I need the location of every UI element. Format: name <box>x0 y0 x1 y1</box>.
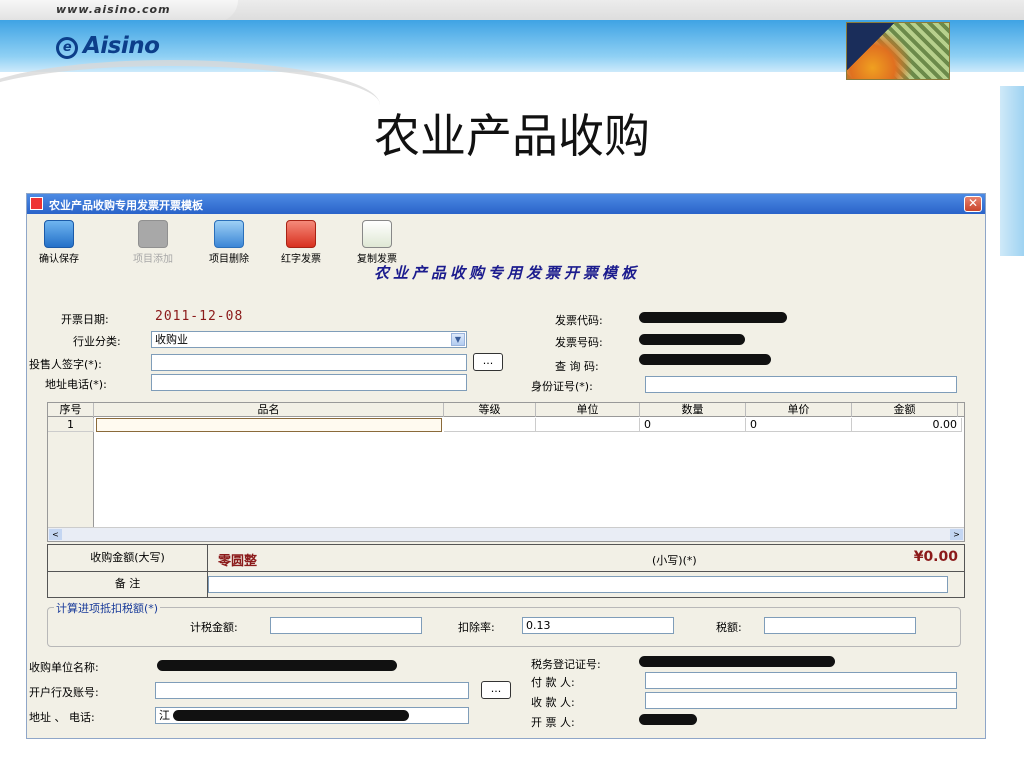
chevron-down-icon[interactable]: ▼ <box>451 333 465 346</box>
addr-phone-redacted <box>173 710 409 721</box>
col-qty: 数量 <box>640 403 746 417</box>
delete-item-icon <box>214 220 244 248</box>
copy-invoice-button[interactable]: 复制发票 <box>347 220 407 265</box>
horizontal-scrollbar[interactable]: < > <box>48 527 964 541</box>
invoice-window: 农业产品收购专用发票开票模板 ✕ 确认保存 项目添加 项目删除 红字发票 复制发… <box>26 193 986 739</box>
window-title: 农业产品收购专用发票开票模板 <box>49 199 203 212</box>
row-grade-cell[interactable] <box>444 418 536 432</box>
slide: www.aisino.com e Aisino 农业产品收购 农业产品收购专用发票… <box>0 0 1024 768</box>
seller-sign-input[interactable] <box>151 354 467 371</box>
logo-mark-icon: e <box>56 37 78 59</box>
website-url: www.aisino.com <box>56 3 171 16</box>
totals-box: 收购金额(大写) 零圆整 (小写)(*) ¥0.00 备 注 <box>47 544 965 598</box>
invoice-no-label: 发票号码: <box>555 336 603 349</box>
date-value: 2011-12-08 <box>155 309 244 324</box>
invoice-code-label: 发票代码: <box>555 314 603 327</box>
row-name-cell[interactable] <box>96 418 442 432</box>
table-header: 序号 品名 等级 单位 数量 单价 金额 <box>48 403 964 417</box>
remark-label: 备 注 <box>48 572 208 597</box>
save-button[interactable]: 确认保存 <box>31 220 87 265</box>
row-seq: 1 <box>48 418 94 432</box>
toolbar: 确认保存 项目添加 项目删除 红字发票 复制发票 <box>27 216 987 265</box>
invoice-code-redacted <box>639 312 787 323</box>
tax-reg-redacted <box>639 656 835 667</box>
invoice-no-redacted <box>639 334 745 345</box>
tax-calc-group: 计算进项抵扣税额(*) 计税金额: 扣除率: 0.13 税额: <box>47 600 961 647</box>
col-amount: 金额 <box>852 403 958 417</box>
addr-phone-prefix: 江 <box>159 709 170 722</box>
add-item-icon <box>138 220 168 248</box>
row-header-column <box>48 417 94 527</box>
delete-item-button[interactable]: 项目删除 <box>199 220 259 265</box>
header-photo <box>846 22 950 80</box>
amount-upper-value: 零圆整 <box>218 554 258 569</box>
buyer-name-label: 收购单位名称: <box>29 661 99 674</box>
payer-input[interactable] <box>645 672 957 689</box>
amount-upper-label: 收购金额(大写) <box>48 545 208 571</box>
items-table: 序号 品名 等级 单位 数量 单价 金额 1 0 0 0.00 < > <box>47 402 965 542</box>
aisino-logo: e Aisino <box>56 33 160 59</box>
issuer-label: 开 票 人: <box>531 716 575 729</box>
row-price-cell[interactable]: 0 <box>746 418 852 432</box>
url-tab: www.aisino.com <box>0 0 238 22</box>
logo-text: Aisino <box>83 33 160 59</box>
industry-value: 收购业 <box>155 333 188 346</box>
form-heading: 农业产品收购专用发票开票模板 <box>373 264 640 282</box>
copy-invoice-icon <box>362 220 392 248</box>
scroll-right-icon[interactable]: > <box>950 529 963 540</box>
col-grade: 等级 <box>444 403 536 417</box>
payer-label: 付 款 人: <box>531 676 575 689</box>
close-icon[interactable]: ✕ <box>964 196 982 212</box>
col-seq: 序号 <box>48 403 94 417</box>
amount-lower-value: ¥0.00 <box>913 549 958 565</box>
col-price: 单价 <box>746 403 852 417</box>
deduct-rate-label: 扣除率: <box>458 621 495 634</box>
tax-amount-input[interactable] <box>764 617 916 634</box>
row-unit-cell[interactable] <box>536 418 640 432</box>
window-titlebar: 农业产品收购专用发票开票模板 ✕ <box>27 194 985 214</box>
bank-browse-button[interactable]: ... <box>481 681 511 699</box>
id-no-label: 身份证号(*): <box>531 380 593 393</box>
app-icon <box>30 197 43 210</box>
seller-browse-button[interactable]: ... <box>473 353 503 371</box>
page-title: 农业产品收购 <box>374 109 650 163</box>
tax-group-title: 计算进项抵扣税额(*) <box>54 600 161 616</box>
amount-lower-label: (小写)(*) <box>652 554 697 567</box>
add-item-button[interactable]: 项目添加 <box>123 220 183 265</box>
industry-select[interactable]: 收购业 ▼ <box>151 331 467 348</box>
tax-amount-label: 税额: <box>716 621 742 634</box>
scroll-left-icon[interactable]: < <box>49 529 62 540</box>
red-invoice-button[interactable]: 红字发票 <box>271 220 331 265</box>
tax-reg-label: 税务登记证号: <box>531 658 601 671</box>
amount-row: 收购金额(大写) 零圆整 (小写)(*) ¥0.00 <box>48 545 964 572</box>
taxable-amount-label: 计税金额: <box>190 621 238 634</box>
address-phone-input[interactable] <box>151 374 467 391</box>
col-name: 品名 <box>94 403 444 417</box>
addr-phone-footer-label: 地址 、 电话: <box>29 711 95 724</box>
date-label: 开票日期: <box>61 313 109 326</box>
save-icon <box>44 220 74 248</box>
query-code-label: 查 询 码: <box>555 360 599 373</box>
deduct-rate-input[interactable]: 0.13 <box>522 617 674 634</box>
seller-sign-label: 投售人签字(*): <box>29 358 102 371</box>
remark-input[interactable] <box>208 576 948 593</box>
issuer-redacted <box>639 714 697 725</box>
col-unit: 单位 <box>536 403 640 417</box>
bank-account-label: 开户行及账号: <box>29 686 99 699</box>
taxable-amount-input[interactable] <box>270 617 422 634</box>
row-qty-cell[interactable]: 0 <box>640 418 746 432</box>
address-phone-label: 地址电话(*): <box>45 378 107 391</box>
row-amount-cell[interactable]: 0.00 <box>852 418 962 432</box>
query-code-redacted <box>639 354 771 365</box>
id-no-input[interactable] <box>645 376 957 393</box>
red-invoice-icon <box>286 220 316 248</box>
buyer-name-redacted <box>157 660 397 671</box>
industry-label: 行业分类: <box>73 335 121 348</box>
bank-account-input[interactable] <box>155 682 469 699</box>
payee-label: 收 款 人: <box>531 696 575 709</box>
payee-input[interactable] <box>645 692 957 709</box>
remark-row: 备 注 <box>48 572 964 597</box>
